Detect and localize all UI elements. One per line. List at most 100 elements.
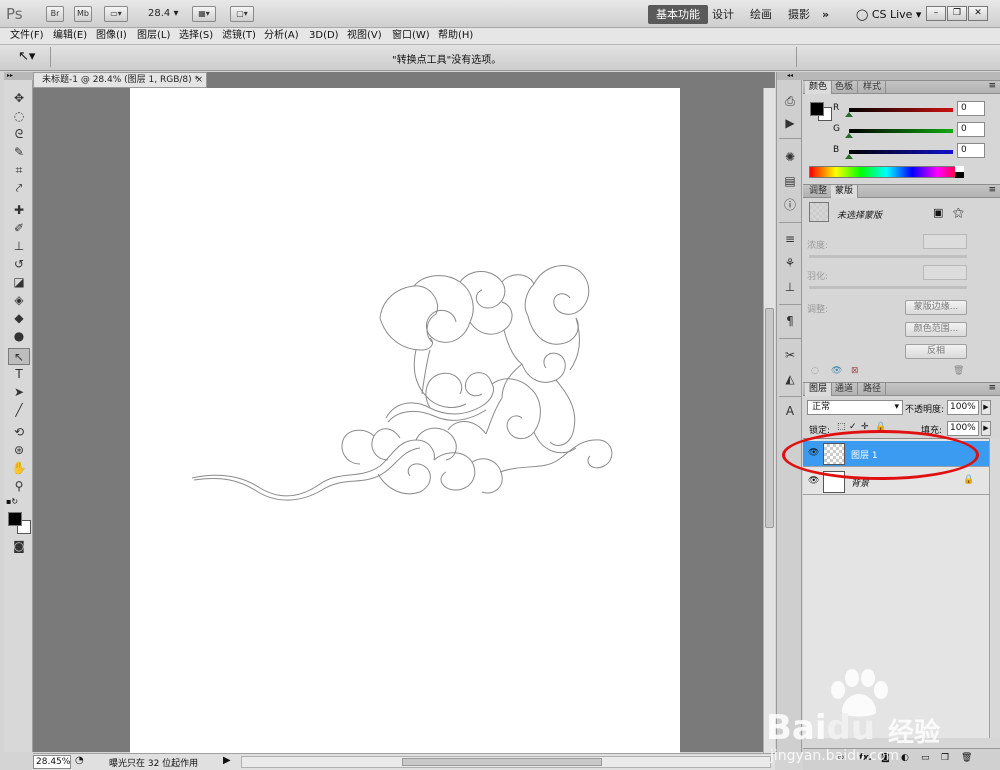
healing-brush-icon[interactable]: ✚	[8, 202, 30, 219]
horizontal-scrollbar[interactable]	[241, 756, 771, 768]
red-slider-track[interactable]	[849, 108, 953, 112]
tool-presets-icon[interactable]: ⊥	[781, 278, 799, 296]
zoom-tool-icon[interactable]: ⚲	[8, 478, 30, 495]
menu-help[interactable]: 帮助(H)	[438, 29, 473, 43]
panel-menu-icon[interactable]: ≡	[988, 81, 996, 91]
workspace-painting-button[interactable]: 绘画	[742, 5, 780, 24]
navigator-panel-icon[interactable]: ✺	[781, 148, 799, 166]
dock-collapse-handle[interactable]: ◂◂	[777, 72, 803, 80]
clone-stamp-icon[interactable]: ⊥	[8, 238, 30, 255]
eye-icon[interactable]: 👁	[808, 476, 819, 486]
horizontal-scrollbar-thumb[interactable]	[402, 758, 602, 766]
3d-panel-icon[interactable]: ◭	[781, 370, 799, 388]
tab-styles[interactable]: 样式	[859, 81, 887, 94]
tab-masks[interactable]: 蒙版	[831, 185, 859, 198]
bridge-button[interactable]: Br	[46, 6, 64, 22]
opacity-slider-button[interactable]: ▶	[981, 400, 991, 415]
menu-layer[interactable]: 图层(L)	[137, 29, 170, 43]
feather-slider[interactable]	[809, 286, 967, 289]
eraser-tool-icon[interactable]: ◪	[8, 274, 30, 291]
vertical-scrollbar-thumb[interactable]	[765, 308, 774, 528]
blend-mode-select[interactable]: 正常 ▾	[807, 400, 903, 415]
apply-mask-icon[interactable]: ⊠	[851, 366, 859, 376]
histogram-panel-icon[interactable]: ▤	[781, 172, 799, 190]
paint-bucket-icon[interactable]: ◈	[8, 292, 30, 309]
blue-slider-handle[interactable]	[845, 154, 853, 159]
close-button[interactable]: ✕	[968, 6, 988, 21]
green-slider-handle[interactable]	[845, 133, 853, 138]
panel-menu-icon[interactable]: ≡	[988, 383, 996, 393]
3d-orbit-icon[interactable]: ⊛	[8, 442, 30, 459]
view-extras-button[interactable]: ▭▾	[104, 6, 128, 22]
minimize-button[interactable]: –	[926, 6, 946, 21]
tab-swatches[interactable]: 色板	[831, 81, 859, 94]
workspace-photography-button[interactable]: 摄影	[780, 5, 818, 24]
history-brush-icon[interactable]: ↺	[8, 256, 30, 273]
vertical-scrollbar[interactable]	[763, 88, 775, 753]
blue-slider-track[interactable]	[849, 150, 953, 154]
menu-select[interactable]: 选择(S)	[179, 29, 213, 43]
color-foreground-swatch[interactable]	[810, 102, 824, 116]
dodge-tool-icon[interactable]: ●	[8, 328, 30, 345]
brush-tool-icon[interactable]: ✐	[8, 220, 30, 237]
tab-color[interactable]: 颜色	[805, 81, 833, 94]
screen-mode-button[interactable]: ▢▾	[230, 6, 254, 22]
workspace-design-button[interactable]: 设计	[704, 5, 742, 24]
type-tool-icon[interactable]: T	[8, 366, 30, 383]
hand-tool-icon[interactable]: ✋	[8, 460, 30, 477]
tab-paths[interactable]: 路径	[859, 383, 887, 396]
path-selection-icon[interactable]: ➤	[8, 384, 30, 401]
3d-rotate-icon[interactable]: ⟲	[8, 424, 30, 441]
tab-channels[interactable]: 通道	[831, 383, 859, 396]
color-spectrum-bar[interactable]	[809, 166, 964, 178]
fill-slider-button[interactable]: ▶	[981, 421, 991, 436]
vector-mask-icon[interactable]: ⚝	[953, 206, 964, 220]
status-menu-arrow-icon[interactable]: ▶	[223, 755, 231, 766]
red-slider-handle[interactable]	[845, 112, 853, 117]
status-zoom-field[interactable]: 28.45%	[33, 755, 71, 769]
blur-tool-icon[interactable]: ◆	[8, 310, 30, 327]
density-slider[interactable]	[809, 255, 967, 258]
opacity-field[interactable]: 100%	[947, 400, 979, 415]
blue-value-field[interactable]: 0	[957, 143, 985, 158]
foreground-color-swatch[interactable]	[8, 512, 22, 526]
crop-tool-icon[interactable]: ⌗	[8, 162, 30, 179]
panels-collapse-handle[interactable]	[803, 72, 1000, 80]
restore-button[interactable]: ❐	[947, 6, 967, 21]
menu-image[interactable]: 图像(I)	[96, 29, 127, 43]
convert-point-tool-preset-icon[interactable]: ↖▾	[18, 49, 35, 64]
elliptical-marquee-icon[interactable]: ◌	[8, 108, 30, 125]
cs-live-button[interactable]: ◯ CS Live ▾	[856, 8, 921, 21]
red-value-field[interactable]: 0	[957, 101, 985, 116]
green-value-field[interactable]: 0	[957, 122, 985, 137]
convert-point-tool-icon[interactable]: ↖	[8, 348, 30, 365]
fill-field[interactable]: 100%	[947, 421, 979, 436]
move-tool-icon[interactable]: ✥	[8, 90, 30, 107]
green-slider-track[interactable]	[849, 129, 953, 133]
mask-visibility-icon[interactable]: 👁	[831, 366, 842, 376]
workspace-essentials-button[interactable]: 基本功能	[648, 5, 708, 24]
arrange-documents-button[interactable]: ▦▾	[192, 6, 216, 22]
color-range-button[interactable]: 颜色范围...	[905, 322, 967, 337]
quick-mask-icon[interactable]: ◙	[8, 538, 30, 555]
info-panel-icon[interactable]: ⓘ	[781, 196, 799, 214]
menu-filter[interactable]: 滤镜(T)	[222, 29, 256, 43]
menu-file[interactable]: 文件(F)	[10, 29, 44, 43]
lasso-tool-icon[interactable]: ᘓ	[8, 126, 30, 143]
pixel-mask-icon[interactable]: ▣	[933, 206, 943, 219]
3d-tools-icon[interactable]: ✂	[781, 346, 799, 364]
menu-3d[interactable]: 3D(D)	[309, 29, 339, 43]
actions-panel-icon[interactable]: ▶	[781, 114, 799, 132]
invert-button[interactable]: 反相	[905, 344, 967, 359]
document-tab[interactable]: 未标题-1 @ 28.4% (图层 1, RGB/8) * ×	[33, 72, 207, 88]
history-panel-icon[interactable]: ⎙	[781, 92, 799, 110]
delete-mask-icon[interactable]: 🗑	[953, 366, 964, 376]
menu-window[interactable]: 窗口(W)	[392, 29, 430, 43]
tab-adjustments[interactable]: 调整	[805, 185, 833, 198]
menu-view[interactable]: 视图(V)	[347, 29, 382, 43]
mini-bridge-button[interactable]: Mb	[74, 6, 92, 22]
eyedropper-icon[interactable]: ⤤	[8, 180, 30, 197]
paragraph-panel-icon[interactable]: ¶	[781, 312, 799, 330]
toolbox-collapse-handle[interactable]: ▸▸	[4, 72, 33, 80]
canvas[interactable]	[130, 88, 680, 756]
